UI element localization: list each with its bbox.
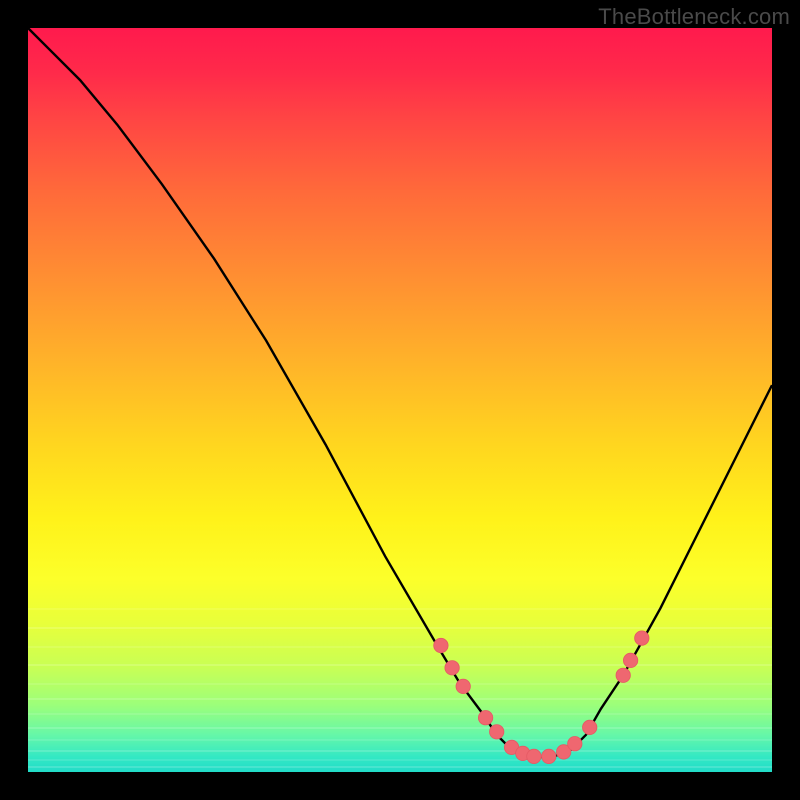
highlight-dot <box>583 720 597 734</box>
highlight-dot <box>527 749 541 763</box>
highlight-dot <box>635 631 649 645</box>
curve-svg <box>28 28 772 772</box>
highlight-dot <box>568 737 582 751</box>
highlight-dot <box>623 653 637 667</box>
chart-frame: TheBottleneck.com <box>0 0 800 800</box>
highlight-dots-group <box>434 631 649 764</box>
highlight-dot <box>490 725 504 739</box>
highlight-dot <box>434 638 448 652</box>
highlight-dot <box>616 668 630 682</box>
plot-area <box>28 28 772 772</box>
highlight-dot <box>478 711 492 725</box>
highlight-dot <box>445 661 459 675</box>
highlight-dot <box>456 679 470 693</box>
highlight-dot <box>542 749 556 763</box>
bottleneck-curve <box>28 28 772 757</box>
watermark-text: TheBottleneck.com <box>598 4 790 30</box>
